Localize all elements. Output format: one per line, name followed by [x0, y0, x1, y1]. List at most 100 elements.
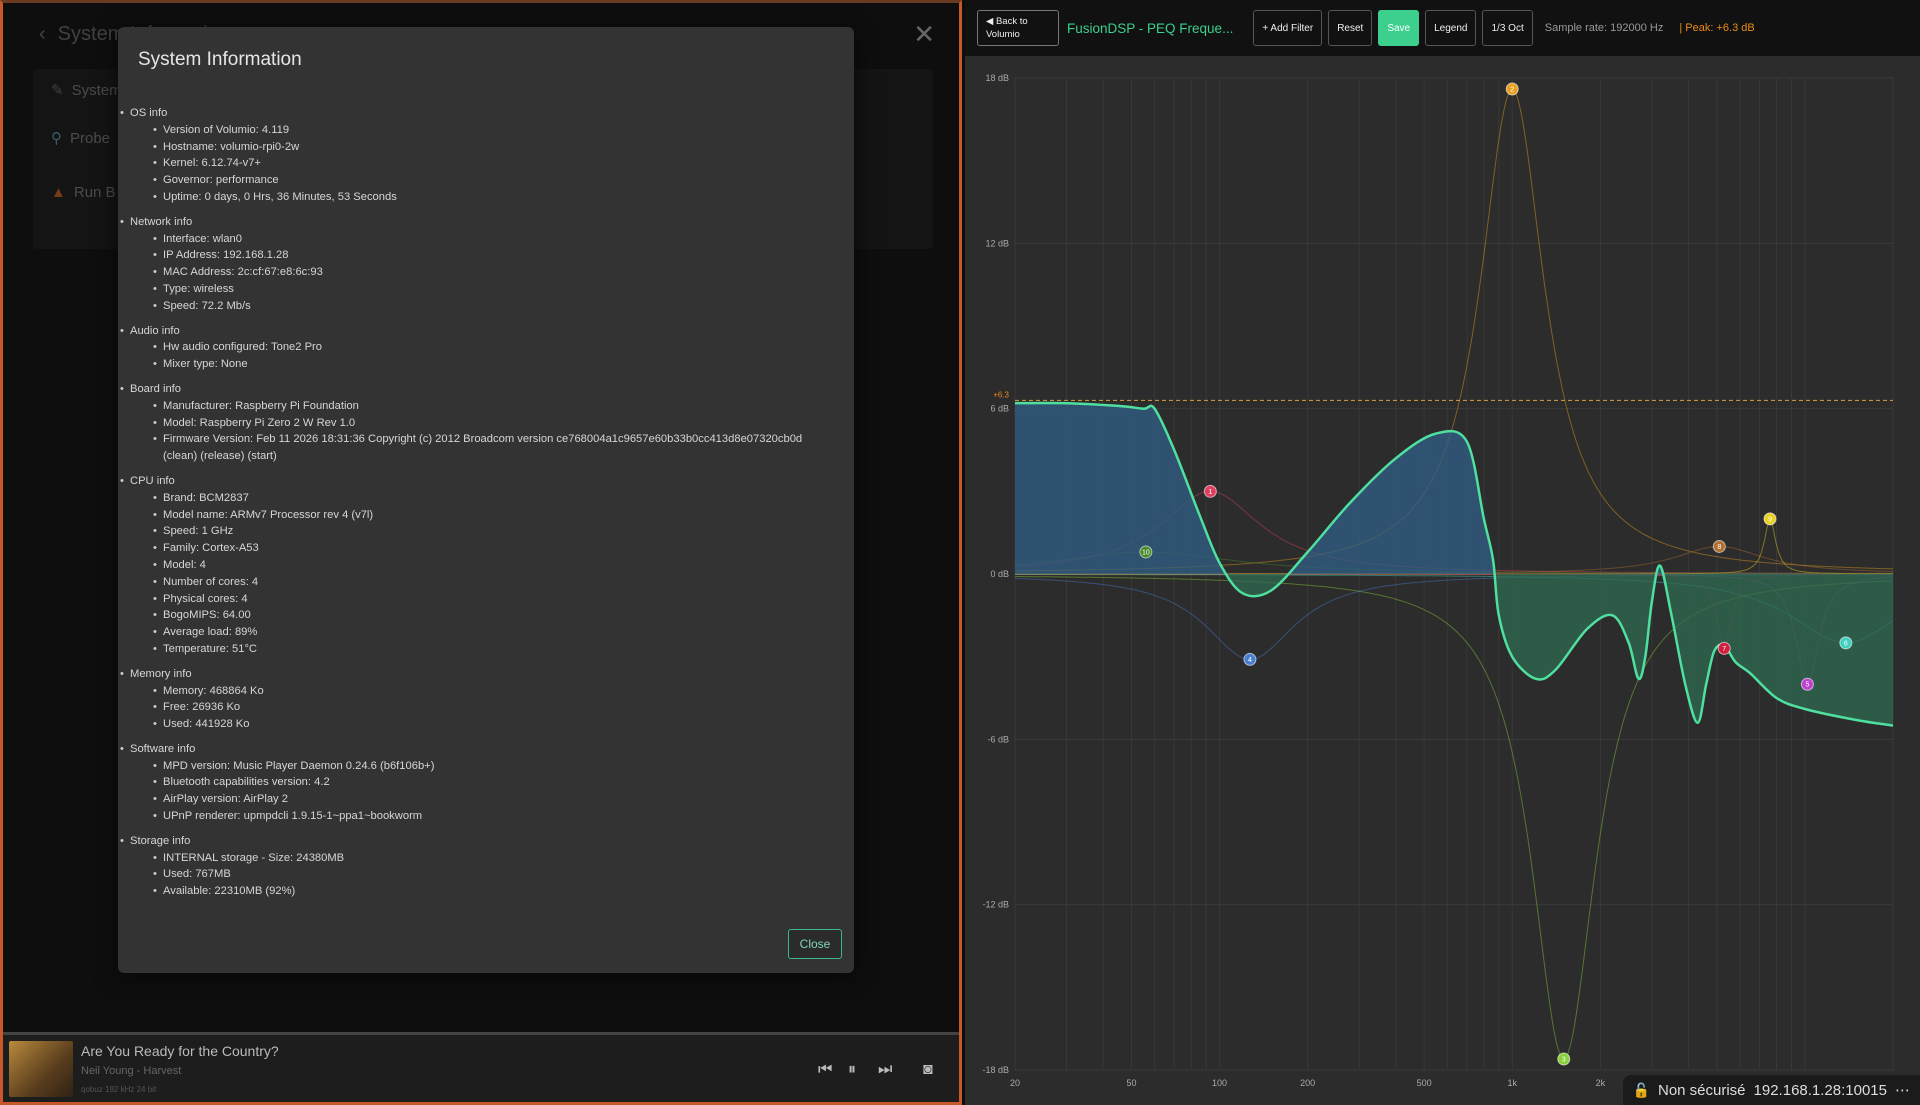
section-title: Network info — [120, 214, 834, 231]
info-item: Available: 22310MB (92%) — [153, 883, 834, 900]
browser-status-chip[interactable]: 🔓 Non sécurisé 192.168.1.28:10015 ⋯ — [1622, 1075, 1920, 1105]
fusiondsp-window: ◀ Back to Volumio FusionDSP - PEQ Freque… — [965, 0, 1920, 1105]
filter-handle-label: 7 — [1722, 646, 1726, 653]
info-section: OS infoVersion of Volumio: 4.119Hostname… — [118, 105, 834, 206]
info-item: MPD version: Music Player Daemon 0.24.6 … — [153, 758, 834, 775]
app-title: FusionDSP - PEQ Freque... — [1067, 20, 1234, 36]
info-item: Brand: BCM2837 — [153, 490, 834, 507]
filter-handle-label: 9 — [1768, 516, 1772, 523]
info-item: Manufacturer: Raspberry Pi Foundation — [153, 398, 834, 415]
y-tick-label: 0 dB — [990, 569, 1009, 579]
info-item: Model: 4 — [153, 557, 834, 574]
info-section: Audio infoHw audio configured: Tone2 Pro… — [118, 323, 834, 373]
peak-line-label: +6.3 — [993, 390, 1009, 399]
x-tick-label: 1k — [1507, 1078, 1517, 1088]
info-section: Storage infoINTERNAL storage - Size: 243… — [118, 833, 834, 900]
back-to-volumio-button[interactable]: ◀ Back to Volumio — [977, 10, 1059, 46]
info-item: Mixer type: None — [153, 356, 834, 373]
modal-body: OS infoVersion of Volumio: 4.119Hostname… — [118, 105, 854, 908]
info-item: Hostname: volumio-rpi0-2w — [153, 139, 834, 156]
info-item: Family: Cortex-A53 — [153, 540, 834, 557]
info-item: UPnP renderer: upmpdcli 1.9.15-1~ppa1~bo… — [153, 808, 834, 825]
reset-button[interactable]: Reset — [1328, 10, 1373, 46]
info-section: Network infoInterface: wlan0IP Address: … — [118, 214, 834, 315]
info-section: Software infoMPD version: Music Player D… — [118, 741, 834, 825]
y-tick-label: 18 dB — [985, 73, 1009, 83]
y-tick-label: 12 dB — [985, 238, 1009, 248]
octave-smoothing-button[interactable]: 1/3 Oct — [1482, 10, 1533, 46]
speaker-icon[interactable]: ◙ — [923, 1061, 933, 1079]
info-item: Model: Raspberry Pi Zero 2 W Rev 1.0 — [153, 415, 834, 432]
info-item: INTERNAL storage - Size: 24380MB — [153, 850, 834, 867]
info-item: Uptime: 0 days, 0 Hrs, 36 Minutes, 53 Se… — [153, 189, 834, 206]
section-title: Board info — [120, 381, 834, 398]
address-text: 192.168.1.28:10015 — [1753, 1081, 1887, 1099]
section-title: Storage info — [120, 833, 834, 850]
info-item: MAC Address: 2c:cf:67:e8:6c:93 — [153, 264, 834, 281]
info-item: Number of cores: 4 — [153, 574, 834, 591]
info-item: Average load: 89% — [153, 624, 834, 641]
filter-handle-label: 6 — [1844, 640, 1848, 647]
volumio-window: ‹ System Information ✕ ✎ System ⚲ Probe … — [0, 0, 962, 1105]
filter-handle-label: 3 — [1562, 1056, 1566, 1063]
info-item: Free: 26936 Ko — [153, 699, 834, 716]
section-title: OS info — [120, 105, 834, 122]
info-item: Kernel: 6.12.74-v7+ — [153, 155, 834, 172]
info-item: Temperature: 51°C — [153, 641, 834, 658]
eq-frequency-chart[interactable]: 18 dB 12 dB 6 dB 0 dB -6 dB -12 dB -18 dB20 50 1… — [965, 56, 1920, 1105]
more-icon[interactable]: ⋯ — [1895, 1081, 1910, 1099]
player-bar: Are You Ready for the Country? Neil Youn… — [3, 1032, 959, 1102]
info-section: Memory infoMemory: 468864 KoFree: 26936 … — [118, 666, 834, 733]
section-title: Memory info — [120, 666, 834, 683]
x-tick-label: 100 — [1212, 1078, 1227, 1088]
save-button[interactable]: Save — [1378, 10, 1420, 46]
info-item: Used: 767MB — [153, 866, 834, 883]
filter-handle-label: 10 — [1142, 549, 1150, 556]
filter-handle-label: 4 — [1248, 657, 1252, 664]
info-item: Version of Volumio: 4.119 — [153, 122, 834, 139]
track-title[interactable]: Are You Ready for the Country? — [81, 1043, 279, 1059]
lock-open-icon: 🔓 — [1632, 1081, 1650, 1098]
x-tick-label: 200 — [1300, 1078, 1315, 1088]
legend-button[interactable]: Legend — [1425, 10, 1477, 46]
add-filter-button[interactable]: + Add Filter — [1253, 10, 1323, 46]
info-item: Used: 441928 Ko — [153, 716, 834, 733]
pause-icon[interactable]: ⏸ — [848, 1061, 856, 1079]
previous-icon[interactable]: ⏮ — [818, 1061, 832, 1079]
x-tick-label: 50 — [1126, 1078, 1136, 1088]
track-artist[interactable]: Neil Young - Harvest — [81, 1065, 181, 1077]
album-art[interactable] — [9, 1041, 73, 1097]
info-item: IP Address: 192.168.1.28 — [153, 247, 834, 264]
security-status: Non sécurisé — [1657, 1081, 1746, 1099]
info-item: BogoMIPS: 64.00 — [153, 607, 834, 624]
info-item: Model name: ARMv7 Processor rev 4 (v7l) — [153, 507, 834, 524]
info-item: AirPlay version: AirPlay 2 — [153, 791, 834, 808]
y-tick-label: -6 dB — [987, 734, 1009, 744]
info-item: Bluetooth capabilities version: 4.2 — [153, 774, 834, 791]
info-item: Type: wireless — [153, 281, 834, 298]
info-item: Hw audio configured: Tone2 Pro — [153, 339, 834, 356]
modal-title: System Information — [138, 49, 302, 70]
y-tick-label: -12 dB — [982, 900, 1009, 910]
peak-label: | Peak: +6.3 dB — [1679, 22, 1755, 34]
section-title: Audio info — [120, 323, 834, 340]
section-title: Software info — [120, 741, 834, 758]
filter-handle-label: 8 — [1717, 544, 1721, 551]
info-item: Memory: 468864 Ko — [153, 683, 834, 700]
section-title: CPU info — [120, 473, 834, 490]
toolbar: ◀ Back to Volumio FusionDSP - PEQ Freque… — [965, 0, 1920, 56]
x-tick-label: 500 — [1417, 1078, 1432, 1088]
close-button[interactable]: Close — [788, 929, 842, 959]
y-tick-label: 6 dB — [990, 404, 1009, 414]
y-tick-label: -18 dB — [982, 1065, 1009, 1075]
sample-rate-label: Sample rate: 192000 Hz — [1544, 22, 1664, 34]
info-item: Firmware Version: Feb 11 2026 18:31:36 C… — [153, 431, 834, 465]
info-item: Physical cores: 4 — [153, 591, 834, 608]
filter-handle-label: 2 — [1510, 87, 1514, 94]
info-item: Speed: 1 GHz — [153, 523, 834, 540]
filter-handle-label: 5 — [1805, 682, 1809, 689]
info-item: Governor: performance — [153, 172, 834, 189]
next-icon[interactable]: ⏭ — [878, 1061, 892, 1079]
system-information-modal: System Information OS infoVersion of Vol… — [118, 27, 854, 973]
info-section: Board infoManufacturer: Raspberry Pi Fou… — [118, 381, 834, 465]
